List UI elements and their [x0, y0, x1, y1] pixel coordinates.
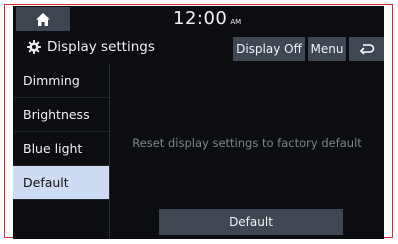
default-button[interactable]: Default: [159, 209, 343, 235]
sidebar-item-blue-light[interactable]: Blue light: [13, 132, 109, 166]
title-bar: Display settings Display Off Menu: [13, 34, 384, 62]
sidebar-item-default[interactable]: Default: [13, 166, 109, 200]
page-title: Display settings: [27, 39, 155, 55]
page-title-text: Display settings: [47, 39, 155, 55]
back-arrow-icon: [359, 44, 374, 55]
display-off-button[interactable]: Display Off: [233, 37, 305, 61]
clock-time: 12:00: [173, 8, 228, 29]
home-icon: [36, 12, 50, 26]
gear-icon: [27, 40, 41, 54]
clock: 12:00 AM: [173, 9, 241, 32]
clock-ampm: AM: [230, 18, 242, 26]
reset-message: Reset display settings to factory defaul…: [132, 136, 362, 150]
status-bar: 12:00 AM: [13, 6, 384, 32]
home-button[interactable]: [16, 7, 70, 31]
sidebar-item-brightness[interactable]: Brightness: [13, 98, 109, 132]
sidebar-item-dimming[interactable]: Dimming: [13, 64, 109, 98]
sidebar-menu: Dimming Brightness Blue light Default: [13, 64, 109, 239]
menu-button[interactable]: Menu: [308, 37, 346, 61]
main-panel: Reset display settings to factory defaul…: [110, 64, 384, 239]
infotainment-screen: 12:00 AM Display settings Display Off Men…: [13, 6, 384, 239]
back-button[interactable]: [349, 37, 384, 61]
